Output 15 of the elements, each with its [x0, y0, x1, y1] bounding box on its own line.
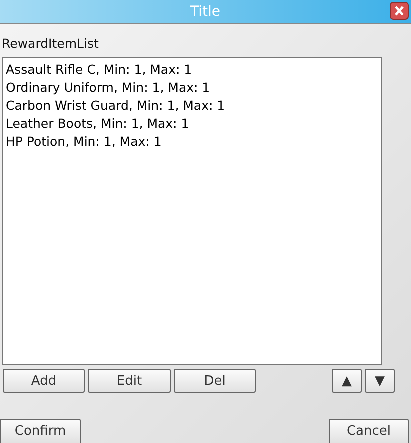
- dialog-button[interactable]: Cancel: [329, 419, 409, 443]
- list-item[interactable]: HP Potion, Min: 1, Max: 1: [6, 134, 162, 149]
- window-title: Title: [190, 4, 220, 20]
- list-action-button[interactable]: Add: [3, 369, 85, 393]
- list-item[interactable]: Carbon Wrist Guard, Min: 1, Max: 1: [6, 98, 226, 113]
- move-button[interactable]: ▼: [365, 369, 395, 393]
- list-action-button[interactable]: Del: [174, 369, 256, 393]
- list-item[interactable]: Assault Rifle C, Min: 1, Max: 1: [6, 62, 192, 77]
- move-button[interactable]: ▲: [332, 369, 362, 393]
- dialog-button[interactable]: Confirm: [0, 419, 81, 443]
- list-item[interactable]: Leather Boots, Min: 1, Max: 1: [6, 116, 190, 131]
- list-item[interactable]: Ordinary Uniform, Min: 1, Max: 1: [6, 80, 210, 95]
- list-action-button[interactable]: Edit: [88, 369, 171, 393]
- list-label: RewardItemList: [2, 36, 99, 51]
- close-icon[interactable]: [390, 2, 409, 20]
